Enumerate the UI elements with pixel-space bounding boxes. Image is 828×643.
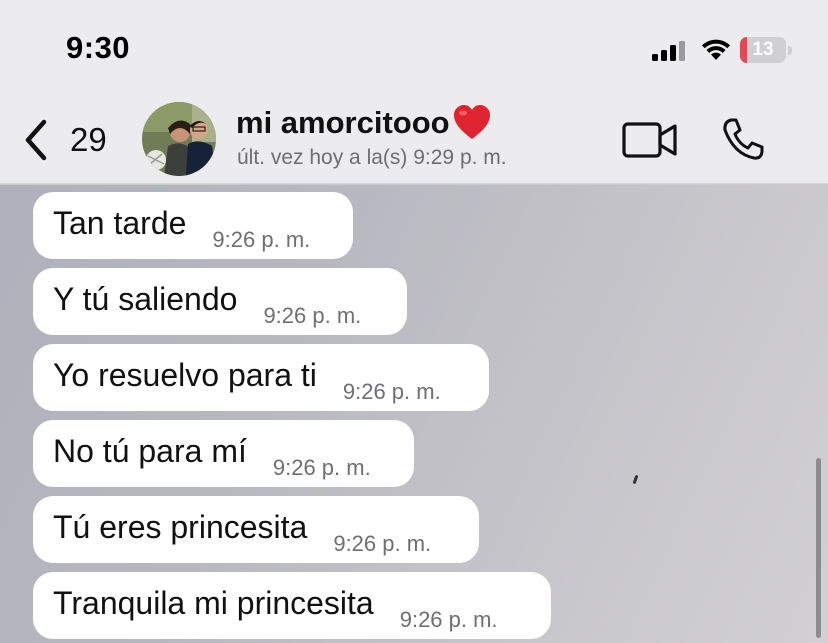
- message-bubble[interactable]: Yo resuelvo para ti 9:26 p. m.: [33, 344, 489, 411]
- back-button[interactable]: 29: [22, 112, 122, 168]
- unread-count: 29: [70, 121, 107, 158]
- message-time: 9:26 p. m.: [263, 303, 362, 328]
- status-time: 9:30: [66, 30, 131, 65]
- battery-level: 13: [752, 39, 774, 60]
- message-text: Y tú saliendo: [53, 281, 238, 317]
- chat-header: 9:30 13 29 mi amorcitooo últ. vez hoy a …: [0, 0, 828, 184]
- wifi-icon: [702, 39, 730, 60]
- phone-icon[interactable]: [720, 116, 766, 162]
- message-time: 9:26 p. m.: [342, 379, 441, 404]
- battery-indicator: 13: [740, 37, 792, 63]
- message-list[interactable]: Tan tarde 9:26 p. m. Y tú saliendo 9:26 …: [0, 185, 828, 643]
- scrollbar[interactable]: [816, 458, 821, 638]
- message-bubble[interactable]: No tú para mí 9:26 p. m.: [33, 420, 414, 487]
- message-text: Tranquila mi princesita: [53, 585, 374, 621]
- message-time: 9:26 p. m.: [333, 531, 432, 556]
- contact-name[interactable]: mi amorcitooo: [236, 104, 492, 142]
- message-time: 9:26 p. m.: [272, 455, 371, 480]
- avatar[interactable]: [142, 102, 216, 176]
- chevron-left-icon: [25, 119, 47, 161]
- message-text: No tú para mí: [53, 433, 247, 469]
- message-text: Tan tarde: [53, 205, 187, 241]
- message-time: 9:26 p. m.: [212, 227, 311, 252]
- contact-name-text: mi amorcitooo: [236, 105, 450, 140]
- cellular-signal-icon: [652, 41, 685, 61]
- message-bubble[interactable]: Tranquila mi princesita 9:26 p. m.: [33, 572, 551, 639]
- last-seen-status: últ. vez hoy a la(s) 9:29 p. m.: [237, 146, 507, 169]
- heart-icon: [453, 105, 490, 139]
- message-time: 9:26 p. m.: [399, 607, 498, 632]
- message-bubble[interactable]: Tú eres princesita 9:26 p. m.: [33, 496, 479, 563]
- message-bubble[interactable]: Tan tarde 9:26 p. m.: [33, 192, 353, 259]
- message-text: Yo resuelvo para ti: [53, 357, 317, 393]
- message-bubble[interactable]: Y tú saliendo 9:26 p. m.: [33, 268, 407, 335]
- background-speck: [632, 474, 639, 485]
- message-text: Tú eres princesita: [53, 509, 308, 545]
- video-camera-icon[interactable]: [621, 119, 679, 161]
